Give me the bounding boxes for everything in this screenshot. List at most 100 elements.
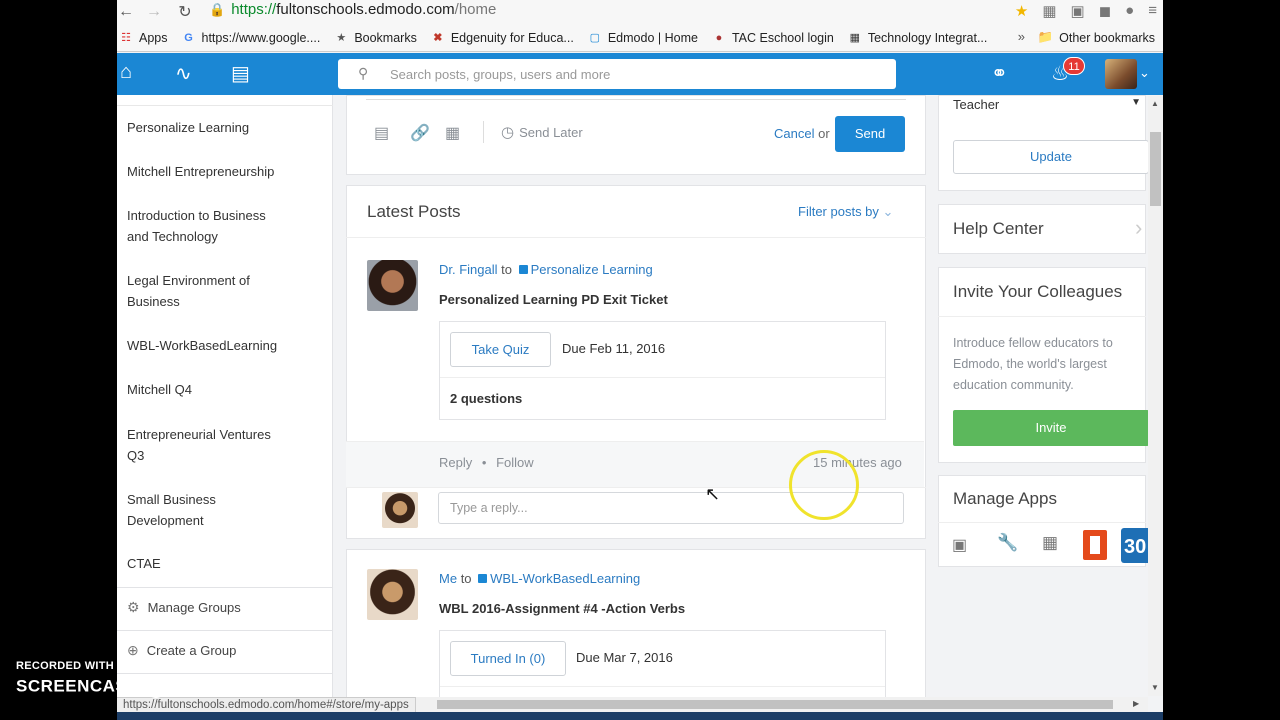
divider	[117, 630, 333, 631]
bookmark-label: Edmodo | Home	[607, 30, 698, 45]
bookmark-technology[interactable]: ▦ Technology Integrat...	[848, 31, 988, 45]
composer-input-edge	[366, 95, 906, 100]
manage-groups-label: Manage Groups	[147, 600, 241, 615]
take-quiz-button[interactable]: Take Quiz	[450, 332, 551, 367]
menu-icon[interactable]: ≡	[1148, 2, 1157, 20]
extension-icon[interactable]: ▦	[1042, 2, 1056, 20]
follow-button[interactable]: Follow	[496, 455, 534, 470]
scrollbar-thumb[interactable]	[437, 700, 1113, 709]
update-button[interactable]: Update	[953, 140, 1149, 174]
extension-icon[interactable]: ▣	[1071, 2, 1085, 20]
home-icon[interactable]: ⌂	[120, 61, 132, 84]
scroll-up-icon[interactable]: ▲	[1151, 99, 1159, 108]
plus-circle-icon: ⊕	[127, 642, 139, 658]
role-select[interactable]: Teacher ▼	[953, 97, 1149, 115]
google-icon: G	[184, 31, 193, 44]
sidebar-group-item[interactable]: Introduction to Business and Technology	[127, 205, 287, 247]
post-group-link[interactable]: WBL-WorkBasedLearning	[490, 571, 640, 586]
bookmark-label: https://www.google....	[201, 30, 321, 45]
post-author-link[interactable]: Me	[439, 571, 457, 586]
search-input[interactable]	[390, 59, 880, 89]
post-group-link[interactable]: Personalize Learning	[531, 262, 653, 277]
sidebar-group-item[interactable]: Mitchell Entrepreneurship	[127, 161, 287, 182]
calendar-icon[interactable]: 30	[1121, 528, 1148, 563]
sidebar-group-item[interactable]: Small Business Development	[127, 489, 247, 531]
library-attach-icon[interactable]: ▦	[445, 123, 460, 143]
office-icon[interactable]	[1083, 530, 1107, 560]
scroll-right-icon[interactable]: ▶	[1133, 699, 1139, 708]
sidebar-group-item[interactable]: WBL-WorkBasedLearning	[127, 335, 287, 356]
scrollbar-thumb[interactable]	[1150, 132, 1161, 206]
post-to-label: to	[460, 571, 472, 586]
store-icon[interactable]: ▣	[952, 535, 967, 555]
search-icon: ⚲	[358, 65, 369, 81]
manage-groups-link[interactable]: ⚙ Manage Groups	[127, 599, 241, 616]
bookmark-apps[interactable]: ☷ Apps	[119, 30, 168, 45]
bookmark-bookmarks[interactable]: ★ Bookmarks	[334, 30, 417, 45]
avatar[interactable]	[1105, 59, 1137, 89]
lock-icon: 🔒	[209, 2, 226, 17]
cancel-button[interactable]: Cancel	[774, 126, 814, 141]
mouse-pointer-icon: ↖	[705, 484, 721, 504]
activity-icon[interactable]: ∿	[175, 61, 192, 86]
divider	[117, 587, 333, 588]
sidebar-group-item[interactable]: Mitchell Q4	[127, 379, 287, 400]
bookmark-edgenuity[interactable]: ✖ Edgenuity for Educa...	[431, 31, 574, 45]
bookmark-label: Bookmarks	[354, 30, 417, 45]
recording-watermark: RECORDED WITH SCREENCAST MATIC	[16, 660, 230, 698]
or-label: or	[818, 126, 830, 141]
reload-icon[interactable]: ↻	[173, 0, 197, 24]
grid-icon[interactable]: ▦	[1042, 533, 1058, 553]
bookmark-label: Apps	[139, 30, 168, 45]
reply-avatar	[382, 492, 418, 528]
sidebar-group-item[interactable]: Personalize Learning	[127, 117, 287, 138]
edmodo-icon: ▢	[589, 32, 601, 44]
reply-button[interactable]: Reply	[439, 455, 472, 470]
divider	[117, 105, 333, 106]
turned-in-button[interactable]: Turned In (0)	[450, 641, 566, 676]
wrench-icon[interactable]: 🔧	[997, 533, 1018, 553]
sidebar-group-item[interactable]: Entrepreneurial Ventures Q3	[127, 424, 287, 466]
send-button[interactable]: Send	[835, 116, 905, 152]
sidebar-group-item[interactable]: Legal Environment of Business	[127, 270, 267, 312]
vertical-scrollbar[interactable]: ▲ ▼	[1148, 96, 1163, 696]
library-icon[interactable]: ▤	[231, 61, 250, 86]
apps-grid-icon: ☷	[121, 32, 131, 44]
invite-button[interactable]: Invite	[953, 410, 1149, 446]
chevron-down-icon[interactable]: ⌄	[1139, 65, 1150, 81]
bookmarks-overflow-icon[interactable]: »	[1018, 29, 1025, 44]
bookmark-google[interactable]: Ghttps://www.google....	[182, 30, 321, 45]
post-author-link[interactable]: Dr. Fingall	[439, 262, 498, 277]
invite-title: Invite Your Colleagues	[953, 282, 1123, 301]
cancel-row: Cancel or	[774, 126, 830, 141]
backpack-icon[interactable]: ⚭	[991, 61, 1008, 86]
clock-icon: ◷	[501, 124, 515, 141]
gear-icon: ⚙	[127, 599, 140, 615]
dropdown-arrow-icon: ▼	[1131, 97, 1141, 108]
link-icon[interactable]: 🔗	[410, 123, 430, 143]
back-icon[interactable]: ←	[117, 0, 138, 24]
lightbulb-icon[interactable]: ●	[1125, 2, 1134, 20]
folder-icon: 📁	[1037, 30, 1054, 44]
group-sidebar: Personalize Learning Mitchell Entreprene…	[117, 95, 333, 720]
other-bookmarks[interactable]: 📁 Other bookmarks	[1038, 30, 1155, 45]
create-group-link[interactable]: ⊕ Create a Group	[127, 642, 236, 659]
filter-posts-dropdown[interactable]: Filter posts by ⌄	[798, 204, 893, 220]
scroll-down-icon[interactable]: ▼	[1151, 683, 1159, 692]
bookmarks-bar: ☷ Apps Ghttps://www.google.... ★ Bookmarks…	[117, 24, 1163, 52]
bookmark-tac[interactable]: ● TAC Eschool login	[712, 31, 834, 45]
url-path: /home	[454, 1, 497, 18]
address-field[interactable]: 🔒 https://fultonschools.edmodo.com/home	[209, 0, 496, 22]
globe-icon: ●	[715, 31, 723, 44]
divider	[346, 237, 926, 238]
post-author-avatar[interactable]	[367, 260, 418, 311]
watermark-logo: SCREENCAST MATIC	[16, 676, 230, 698]
forward-icon[interactable]: →	[142, 0, 166, 24]
post-author-avatar[interactable]	[367, 569, 418, 620]
bookmark-edmodo[interactable]: ▢ Edmodo | Home	[588, 31, 698, 45]
sidebar-group-item[interactable]: CTAE	[127, 553, 287, 574]
note-icon[interactable]: ▤	[374, 123, 389, 143]
send-later-button[interactable]: ◷ Send Later	[501, 123, 583, 141]
bookmark-star-icon[interactable]: ★	[1015, 2, 1028, 20]
extension-icon[interactable]: ◼	[1099, 2, 1111, 20]
